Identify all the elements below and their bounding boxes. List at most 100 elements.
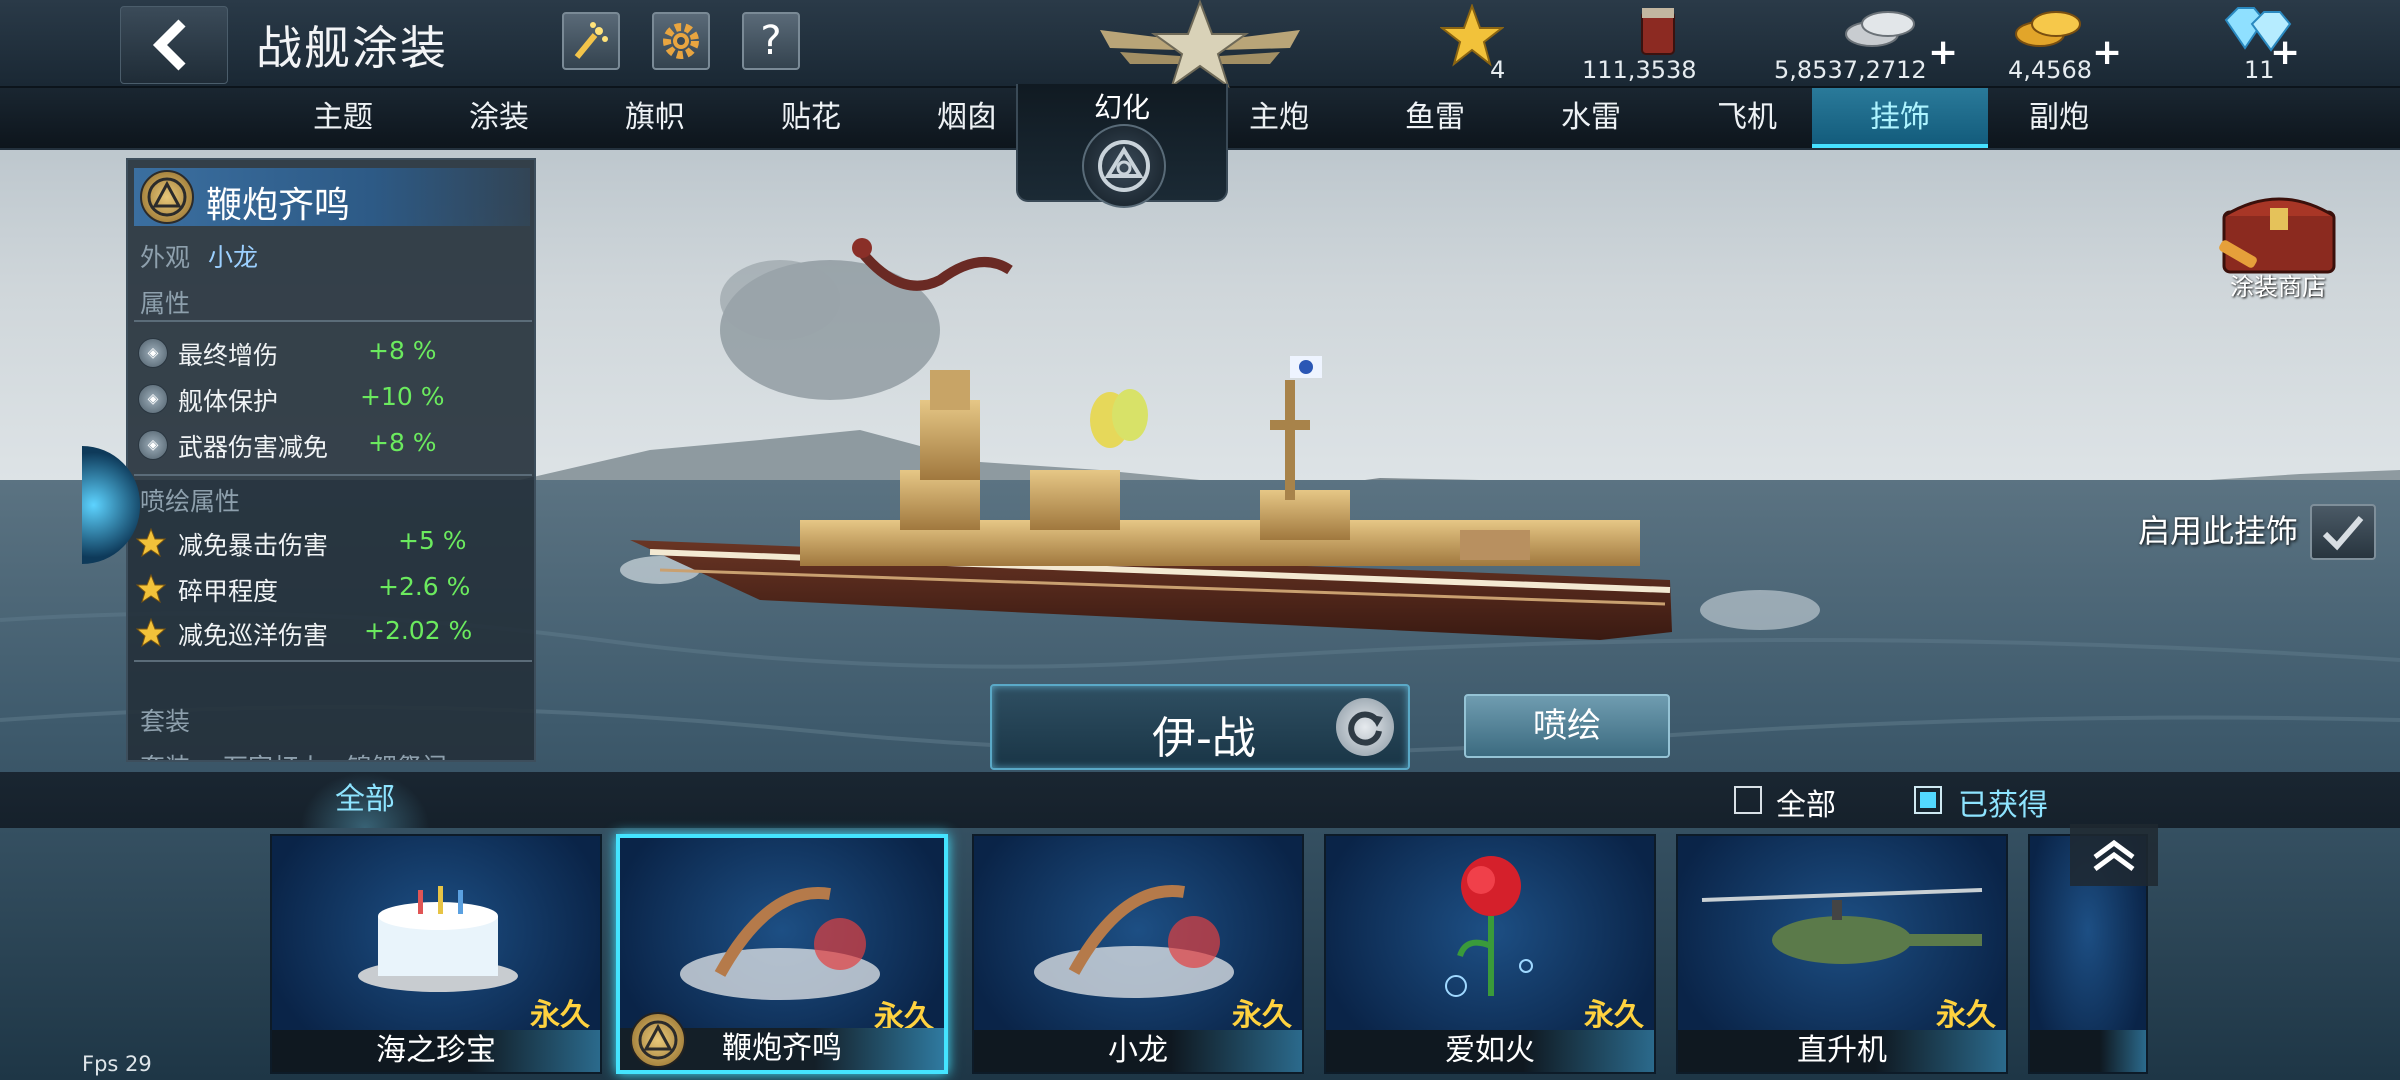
attr-icon: ◈ (138, 338, 168, 368)
paint-shop-label: 涂装商店 (2230, 273, 2326, 301)
tab-transform[interactable]: 幻化 (1016, 84, 1228, 208)
rank-emblem-icon (1100, 0, 1300, 89)
refresh-icon (1348, 711, 1383, 746)
star-count: 4 (1490, 56, 1506, 84)
spray-button[interactable]: 喷绘 (1464, 694, 1670, 758)
firecracker-icon (680, 887, 880, 1000)
duration-label: 永久 (1936, 998, 1996, 1033)
spray-attr-label: 减免巡洋伤害 (178, 621, 329, 650)
ship-name: 伊-战 (1152, 713, 1256, 764)
appearance-label: 外观 (140, 243, 191, 272)
back-button[interactable] (120, 6, 228, 84)
help-icon: ? (760, 18, 782, 64)
tab-transform-label: 幻化 (1093, 91, 1150, 124)
transform-badge-icon (140, 170, 194, 224)
cake-icon (358, 886, 518, 992)
tab-decal[interactable]: 贴花 (736, 88, 886, 148)
spray-attr-label: 碎甲程度 (178, 577, 279, 606)
page-title: 战舰涂装 (256, 21, 448, 75)
spray-attr-value: +2.02 % (364, 616, 473, 645)
ornament-card-selected[interactable]: 永久 鞭炮齐鸣 (616, 834, 948, 1074)
star-attr-icon (136, 528, 166, 558)
duration-label: 永久 (1584, 998, 1644, 1033)
divider (134, 320, 532, 322)
ornament-title-bar: 鞭炮齐鸣 (134, 168, 530, 226)
ornament-card[interactable]: 永久 小龙 (972, 834, 1304, 1074)
fps-counter: Fps 29 (82, 1052, 152, 1076)
spray-attr-value: +5 % (398, 526, 467, 555)
appearance-value: 小龙 (208, 243, 259, 272)
add-silver-button[interactable]: + (1928, 32, 1958, 73)
gear-icon (663, 23, 699, 59)
paint-shop-button[interactable]: 涂装商店 (2200, 182, 2360, 302)
paint-resource: 111,3538 (1580, 0, 1740, 88)
switch-ship-button[interactable] (1336, 698, 1394, 756)
filter-tab-all[interactable]: 全部 (300, 772, 430, 828)
ornament-name: 爱如火 (1326, 1030, 1654, 1072)
filter-obtained-label[interactable]: 已获得 (1958, 780, 2048, 824)
spray-attr-label: 减免暴击伤害 (178, 531, 329, 560)
tab-paint[interactable]: 涂装 (424, 88, 574, 148)
spray-attr-value: +2.6 % (378, 572, 471, 601)
attr-value: +8 % (368, 336, 437, 365)
attr-label: 武器伤害减免 (178, 433, 329, 462)
ornament-card[interactable]: 永久 爱如火 (1324, 834, 1656, 1074)
paint-count: 111,3538 (1582, 56, 1697, 84)
ship-name-selector[interactable]: 伊-战 (990, 684, 1410, 770)
tab-secondary-gun[interactable]: 副炮 (1984, 88, 2134, 148)
filter-obtained-checkbox[interactable] (1914, 786, 1942, 814)
tab-mine[interactable]: 水雷 (1516, 88, 1666, 148)
silver-count: 5,8537,2712 (1774, 56, 1927, 84)
star-attr-icon (136, 574, 166, 604)
attr-icon: ◈ (138, 430, 168, 460)
back-arrow-icon (152, 19, 186, 71)
filter-bar: 全部 全部 已获得 (0, 772, 2400, 828)
add-diamond-button[interactable]: + (2270, 32, 2300, 73)
collapse-list-button[interactable] (2070, 824, 2158, 886)
ornament-info-panel[interactable]: 鞭炮齐鸣 外观 小龙 属性 ◈ 最终增伤 +8 % ◈ 舰体保护 +10 % ◈… (126, 158, 536, 762)
tab-aircraft[interactable]: 飞机 (1672, 88, 1822, 148)
ornament-card[interactable]: 永久 直升机 (1676, 834, 2008, 1074)
filter-all-label[interactable]: 全部 (1776, 780, 1836, 824)
ornament-name: 直升机 (1678, 1030, 2006, 1072)
tab-theme[interactable]: 主题 (268, 88, 418, 148)
ornament-list: 永久 海之珍宝 永久 鞭炮齐鸣 永久 小龙 永久 爱如火 永久 直升机 (0, 828, 2400, 1080)
double-chevron-up-icon (2093, 839, 2135, 872)
tab-ornament[interactable]: 挂饰 (1812, 88, 1988, 148)
tab-flag[interactable]: 旗帜 (580, 88, 730, 148)
gold-count: 4,4568 (2008, 56, 2092, 84)
add-gold-button[interactable]: + (2092, 32, 2122, 73)
enable-ornament-checkbox[interactable] (2310, 504, 2376, 560)
spray-attr-heading: 喷绘属性 (140, 487, 241, 516)
checkmark-icon (2322, 516, 2364, 551)
treasure-chest-icon (2219, 197, 2336, 274)
rose-icon (1445, 856, 1533, 997)
tab-torpedo[interactable]: 鱼雷 (1360, 88, 1510, 148)
star-resource: 4 (1440, 0, 1510, 88)
paint-bucket-icon (1641, 8, 1675, 55)
settings-button[interactable] (652, 12, 710, 70)
attr-value: +8 % (368, 428, 437, 457)
attr-label: 舰体保护 (178, 387, 279, 416)
set-line: 套装： 万家灯火 · 锦鲤祭门 (140, 748, 447, 760)
duration-label: 永久 (530, 998, 590, 1033)
attr-label: 最终增伤 (178, 341, 279, 370)
transform-badge-icon (630, 1012, 686, 1068)
attr-value: +10 % (360, 382, 445, 411)
fireworks-button[interactable] (562, 12, 620, 70)
ornament-name-bar (2030, 1030, 2146, 1072)
firecracker-icon (1034, 885, 1234, 998)
set-heading: 套装 (140, 707, 191, 736)
ornament-card[interactable]: 永久 海之珍宝 (270, 834, 602, 1074)
duration-label: 永久 (1232, 998, 1292, 1033)
attr-heading: 属性 (140, 289, 191, 318)
divider (134, 474, 532, 476)
diamond-resource: 11 + (2214, 0, 2314, 88)
gold-resource: 4,4568 + (2006, 0, 2122, 88)
filter-all-checkbox[interactable] (1734, 786, 1762, 814)
gold-coins-icon (2015, 11, 2081, 47)
transform-icon (1082, 124, 1166, 208)
enable-ornament-label: 启用此挂饰 (2138, 512, 2299, 550)
ornament-name: 鞭炮齐鸣 (206, 185, 351, 226)
help-button[interactable]: ? (742, 12, 800, 70)
